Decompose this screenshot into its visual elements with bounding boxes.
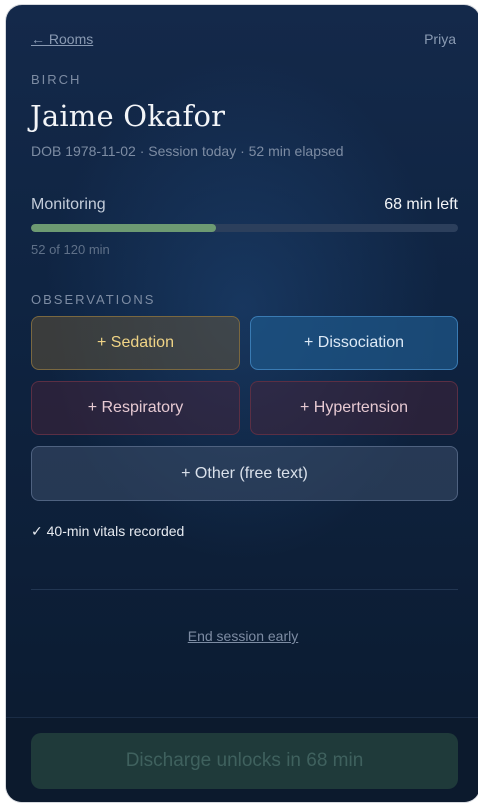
room-label: BIRCH xyxy=(31,72,82,87)
add-other-button[interactable]: + Other (free text) xyxy=(31,446,458,501)
end-session-early-label[interactable]: End session early xyxy=(188,628,299,644)
monitoring-progress-text: 52 of 120 min xyxy=(31,242,110,257)
time-left: 68 min left xyxy=(384,196,458,213)
top-bar: ← Rooms Priya xyxy=(31,31,456,49)
back-to-rooms-link[interactable]: ← Rooms xyxy=(31,31,93,47)
patient-meta: DOB 1978-11-02 · Session today · 52 min … xyxy=(31,143,344,159)
user-name: Priya xyxy=(424,31,456,47)
observations-heading: OBSERVATIONS xyxy=(31,292,156,307)
monitoring-progress-fill xyxy=(31,224,216,232)
patient-name: Jaime Okafor xyxy=(30,99,226,133)
divider xyxy=(31,589,458,590)
session-screen: ← Rooms Priya BIRCH Jaime Okafor DOB 197… xyxy=(6,5,478,802)
end-session-early-link: End session early xyxy=(6,628,478,644)
monitoring-label: Monitoring xyxy=(31,196,106,213)
add-sedation-button[interactable]: + Sedation xyxy=(31,316,240,370)
vitals-recorded-note: ✓ 40-min vitals recorded xyxy=(31,523,185,539)
discharge-button[interactable]: Discharge unlocks in 68 min xyxy=(31,733,458,789)
add-hypertension-button[interactable]: + Hypertension xyxy=(250,381,458,435)
monitoring-row: Monitoring 68 min left xyxy=(31,196,458,218)
add-dissociation-button[interactable]: + Dissociation xyxy=(250,316,458,370)
add-respiratory-button[interactable]: + Respiratory xyxy=(31,381,240,435)
monitoring-progress-bar xyxy=(31,224,458,232)
